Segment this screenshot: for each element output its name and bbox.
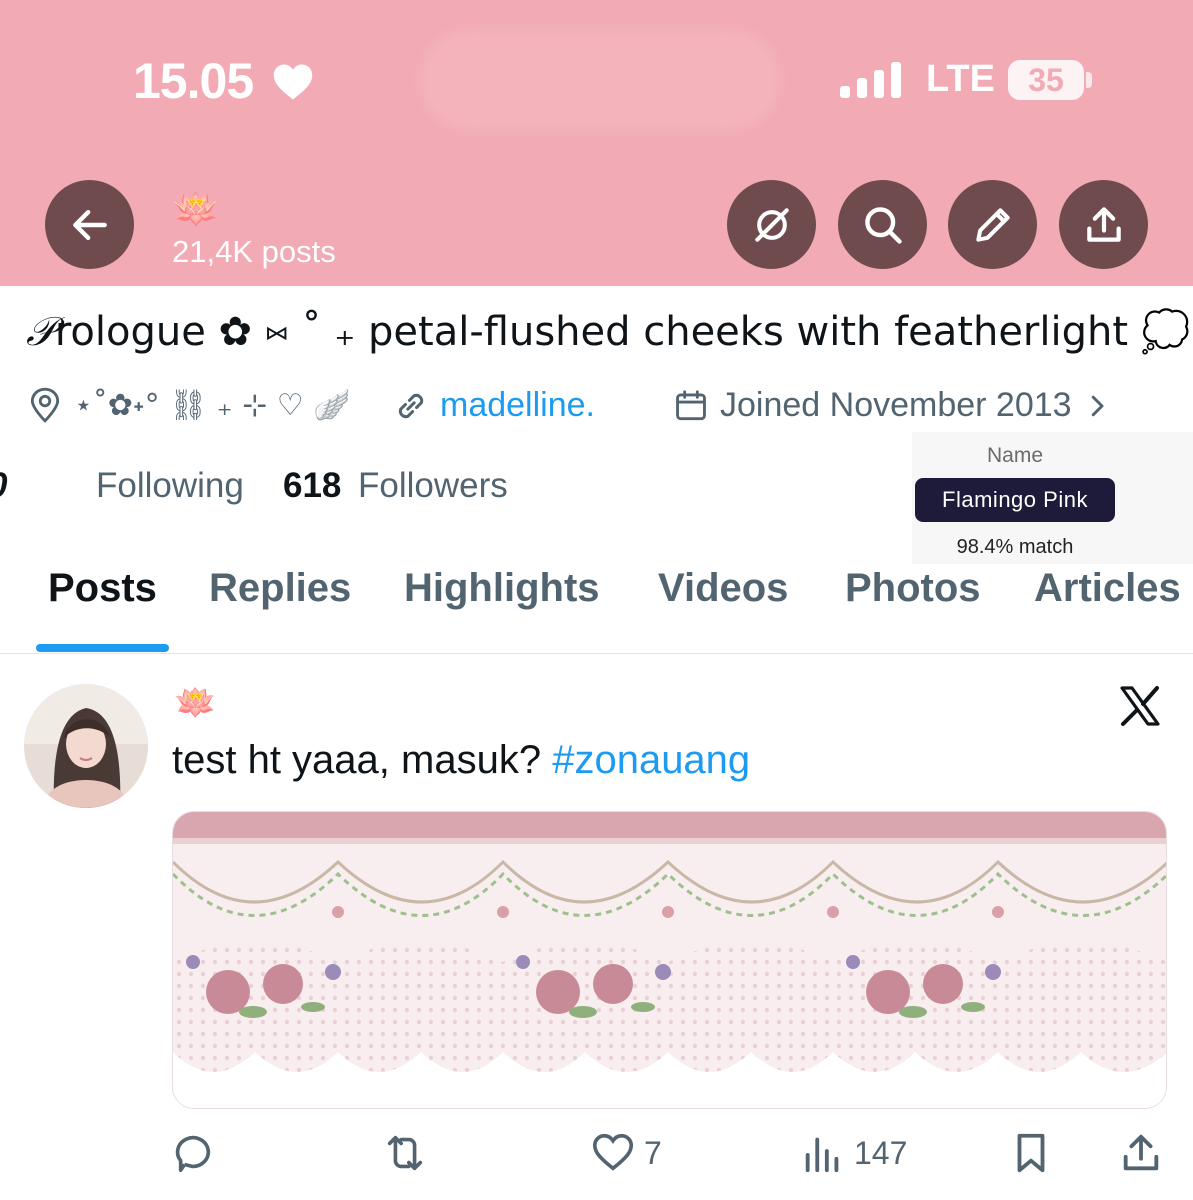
bio-initial: 𝒫 [26,309,55,355]
location-item: ⋆˚✿˖° ⛓ ₊ ⊹ ♡ 🪽 [26,386,351,424]
reply-button[interactable] [173,1130,219,1176]
status-time: 15.05 [133,53,254,109]
view-count: 147 [854,1134,908,1171]
repost-icon [387,1135,423,1171]
calendar-icon [676,389,706,420]
reply-icon [175,1135,211,1173]
profile-tabs: Posts Replies Highlights Videos Photos A… [0,566,1193,654]
tab-posts[interactable]: Posts [48,566,157,611]
share-icon [1086,206,1121,242]
back-arrow-icon [72,209,107,240]
bookmark-button[interactable] [1008,1130,1054,1176]
tab-photos[interactable]: Photos [845,566,981,611]
tab-videos[interactable]: Videos [658,566,788,611]
location-text: ⋆˚✿˖° ⛓ ₊ ⊹ ♡ 🪽 [74,387,351,423]
followers-count[interactable]: 618 [283,466,341,506]
grok-icon [754,207,789,242]
post-media-image[interactable] [172,811,1167,1109]
active-tab-indicator [36,644,169,652]
joined-date: Joined November 2013 [720,386,1072,424]
share-icon [1123,1134,1159,1171]
posts-count: 21,4K posts [172,234,336,269]
post-share-button[interactable] [1118,1130,1164,1176]
following-label[interactable]: Following [96,466,244,506]
views-chart-icon [805,1137,839,1173]
following-count[interactable]: 0 [0,466,7,506]
avatar[interactable] [24,684,148,808]
signal-icon [840,62,901,98]
share-button[interactable] [1059,180,1148,269]
post-body: test ht yaaa, masuk? [172,738,553,782]
battery-level: 35 [1028,62,1064,98]
website-item[interactable]: madelline. [392,386,595,425]
color-name-overlay: Name Flamingo Pink 98.4% match [912,432,1193,564]
search-button[interactable] [838,180,927,269]
color-match-percent: 98.4% match [956,536,1074,558]
edit-pencil-icon [975,207,1010,242]
tab-articles[interactable]: Articles [1034,566,1181,611]
back-button[interactable] [45,180,134,269]
bookmark-icon [1017,1133,1045,1173]
like-heart-icon [592,1133,634,1171]
profile-meta: ⋆˚✿˖° ⛓ ₊ ⊹ ♡ 🪽 madelline. Joined Novemb… [26,386,1186,432]
edit-button[interactable] [948,180,1037,269]
battery-icon: 35 [1008,60,1084,100]
heart-icon [273,64,313,100]
post-actions: 7 147 [0,1130,1193,1186]
views-button[interactable]: 147 [800,1130,907,1176]
website-link[interactable]: madelline. [440,386,595,425]
chevron-right-icon [1091,395,1104,416]
network-label: LTE [926,58,995,100]
battery-tip [1086,72,1092,88]
tab-replies[interactable]: Replies [209,566,351,611]
x-logo-icon [1120,686,1160,726]
followers-label[interactable]: Followers [358,466,508,506]
color-name-chip: Flamingo Pink [915,478,1115,522]
color-overlay-label: Name [986,444,1044,467]
blurred-region [420,30,780,130]
lotus-icon: 🪷 [172,187,220,231]
tab-highlights[interactable]: Highlights [404,566,600,611]
like-button[interactable]: 7 [590,1130,662,1176]
post-author-emoji[interactable]: 🪷 [174,686,216,720]
repost-button[interactable] [382,1130,428,1176]
location-pin-icon [30,387,60,423]
like-count: 7 [644,1134,662,1171]
link-icon [398,393,424,418]
grok-button[interactable] [727,180,816,269]
post-text: test ht yaaa, masuk? #zonauang [172,738,750,783]
avatar-image [24,684,148,808]
profile-bio: 𝒫rologue ✿ ⑅ ˚ ₊ petal-flushed cheeks wi… [26,308,1191,355]
joined-item[interactable]: Joined November 2013 [672,386,1112,425]
bio-text: rologue ✿ ⑅ ˚ ₊ petal-flushed cheeks wit… [54,309,1191,355]
floral-wallpaper-image [173,812,1166,1108]
search-icon [864,206,902,244]
post-hashtag[interactable]: #zonauang [552,738,750,782]
